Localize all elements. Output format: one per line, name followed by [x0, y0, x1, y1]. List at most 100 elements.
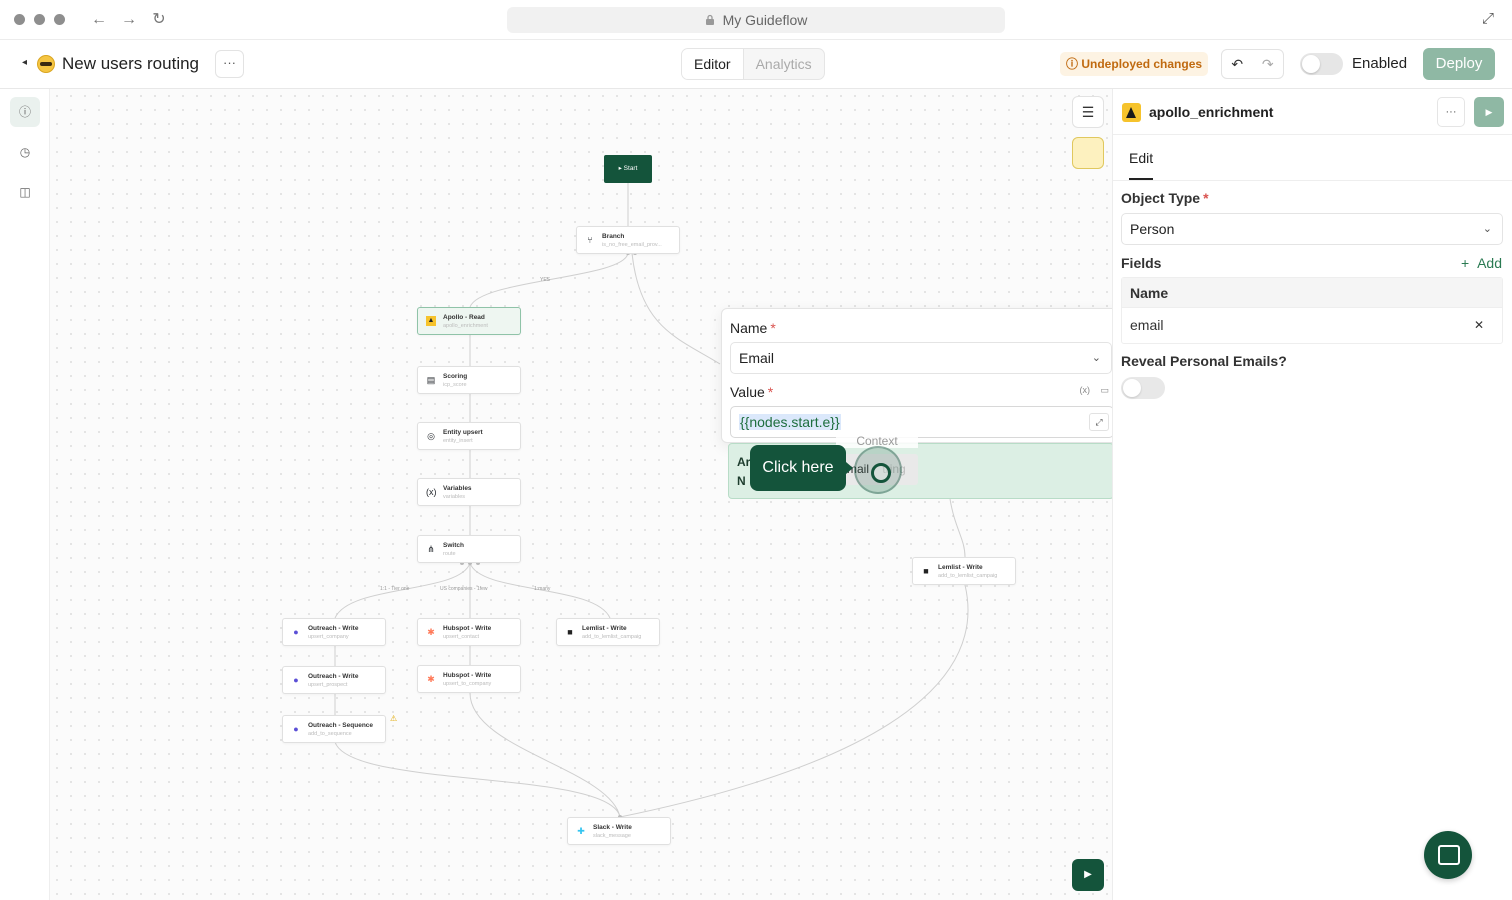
node-title: Hubspot - Write — [443, 672, 492, 679]
entity-icon: ◎ — [427, 431, 435, 441]
outreach-icon: ● — [293, 675, 299, 685]
tab-analytics[interactable]: Analytics — [744, 49, 824, 79]
fields-label: Fields — [1121, 255, 1162, 271]
node-subtitle: variables — [443, 494, 466, 500]
status-badge-text: Undeployed changes — [1081, 57, 1203, 71]
node-entity-upsert[interactable]: ◎ Entity upsert entity_insert — [417, 422, 521, 450]
history-icon[interactable]: ◷ — [10, 137, 40, 167]
add-field-button[interactable]: + Add — [1461, 255, 1502, 271]
node-title: Entity upsert — [443, 429, 483, 436]
warning-circle-icon: ⓘ — [1066, 57, 1079, 71]
panel-more-button[interactable]: ··· — [1437, 97, 1465, 127]
node-subtitle: upsert_to_company — [443, 681, 492, 687]
node-outreach-write-2[interactable]: ● Outreach - Write upsert_prospect — [282, 666, 386, 694]
close-dot-icon[interactable] — [14, 14, 25, 25]
back-icon[interactable]: ← — [89, 10, 109, 30]
node-subtitle: icp_score — [443, 382, 467, 388]
reload-icon[interactable]: ↻ — [149, 10, 169, 30]
value-label-text: Value — [730, 384, 765, 400]
node-title: Lemlist - Write — [938, 564, 983, 571]
undo-icon[interactable]: ↶ — [1222, 50, 1253, 78]
required-marker: * — [767, 384, 774, 400]
node-subtitle: add_to_lemlist_campaig — [582, 634, 642, 640]
back-caret-icon[interactable]: ◂ — [22, 57, 27, 68]
remove-field-icon[interactable]: ✕ — [1474, 308, 1484, 343]
node-subtitle: entity_insert — [443, 438, 473, 444]
node-title: Variables — [443, 485, 472, 492]
node-variables[interactable]: (x) Variables variables — [417, 478, 521, 506]
suggestion-line-1: Ar — [737, 455, 751, 469]
panel-icon[interactable]: ◫ — [10, 177, 40, 207]
panel-header: apollo_enrichment ··· ▶ — [1113, 89, 1512, 135]
layout-button[interactable]: ☰ — [1072, 96, 1104, 128]
node-outreach-sequence[interactable]: ● Outreach - Sequence add_to_sequence — [282, 715, 386, 743]
table-row[interactable]: email ✕ — [1122, 308, 1502, 343]
enabled-toggle[interactable] — [1300, 53, 1343, 75]
tab-edit[interactable]: Edit — [1129, 150, 1154, 180]
deploy-button[interactable]: Deploy — [1423, 48, 1495, 80]
panel-tabs: Edit — [1113, 135, 1512, 181]
node-apollo-read[interactable]: ▲ Apollo - Read apollo_enrichment — [417, 307, 521, 335]
calendar-icon[interactable]: ▭ — [1100, 385, 1109, 395]
node-subtitle: apollo_enrichment — [443, 323, 488, 329]
expand-editor-icon[interactable]: ⤢ — [1089, 413, 1109, 431]
node-slack-write[interactable]: ✚ Slack - Write slack_message — [567, 817, 671, 845]
lemlist-icon: ■ — [567, 627, 573, 637]
node-switch[interactable]: ⋔ Switch route — [417, 535, 521, 563]
value-label: Value * — [730, 384, 773, 400]
address-bar[interactable]: My Guideflow — [507, 7, 1005, 33]
value-input[interactable]: {{nodes.start.e}} ⤢ — [730, 406, 1114, 438]
left-sidebar: ⓘ ◷ ◫ — [0, 89, 50, 900]
variable-icon[interactable]: (x) — [1079, 385, 1090, 395]
maximize-dot-icon[interactable] — [54, 14, 65, 25]
lemlist-icon: ■ — [923, 566, 929, 576]
undo-redo-group: ↶ ↷ — [1221, 49, 1284, 79]
minimize-dot-icon[interactable] — [34, 14, 45, 25]
run-flow-button[interactable]: ▶ — [1072, 859, 1104, 891]
enabled-label: Enabled — [1352, 55, 1408, 72]
redo-icon[interactable]: ↷ — [1253, 50, 1284, 78]
field-mapping-popover: Name * Email ⌄ Value * (x) ▭ {{nodes.start… — [721, 308, 1120, 443]
node-title: Outreach - Sequence — [308, 722, 374, 729]
sticky-note-button[interactable] — [1072, 137, 1104, 169]
address-bar-text: My Guideflow — [722, 12, 808, 28]
forward-icon[interactable]: → — [119, 10, 139, 30]
node-subtitle: upsert_prospect — [308, 682, 348, 688]
start-node[interactable]: ▸ Start — [604, 155, 652, 183]
node-title: Outreach - Write — [308, 673, 359, 680]
slack-icon: ✚ — [577, 826, 585, 836]
reveal-emails-toggle[interactable] — [1121, 377, 1165, 399]
node-scoring[interactable]: ▤ Scoring icp_score — [417, 366, 521, 394]
node-subtitle: is_no_free_email_prov... — [602, 242, 662, 248]
suggestion-line-2: N — [737, 474, 746, 488]
node-title: Switch — [443, 542, 464, 549]
name-select[interactable]: Email ⌄ — [730, 342, 1112, 374]
fields-table: Name email ✕ — [1121, 277, 1503, 344]
chat-support-button[interactable] — [1424, 831, 1472, 879]
node-outreach-write-1[interactable]: ● Outreach - Write upsert_company — [282, 618, 386, 646]
node-hubspot-write-1[interactable]: ✱ Hubspot - Write upsert_contact — [417, 618, 521, 646]
apollo-icon: ▲ — [426, 316, 436, 326]
outreach-icon: ● — [293, 724, 299, 734]
object-type-select[interactable]: Person ⌄ — [1121, 213, 1503, 245]
node-branch[interactable]: ⑂ Branch is_no_free_email_prov... — [576, 226, 680, 254]
guide-hotspot[interactable] — [854, 446, 902, 494]
view-tabs: Editor Analytics — [681, 48, 825, 80]
node-lemlist-write-1[interactable]: ■ Lemlist - Write add_to_lemlist_campaig — [556, 618, 660, 646]
expand-icon[interactable]: ⤢ — [1482, 10, 1494, 27]
table-cell: email — [1130, 317, 1164, 333]
start-node-label: Start — [623, 165, 638, 172]
apollo-icon — [1122, 103, 1141, 122]
chevron-down-icon: ⌄ — [1091, 352, 1101, 364]
node-subtitle: upsert_contact — [443, 634, 480, 640]
page-title[interactable]: New users routing — [62, 54, 199, 74]
panel-title: apollo_enrichment — [1149, 104, 1274, 120]
node-title: Lemlist - Write — [582, 625, 627, 632]
tab-editor[interactable]: Editor — [682, 49, 744, 79]
node-lemlist-write-2[interactable]: ■ Lemlist - Write add_to_lemlist_campaig — [912, 557, 1016, 585]
node-subtitle: upsert_company — [308, 634, 349, 640]
info-icon[interactable]: ⓘ — [10, 97, 40, 127]
run-node-button[interactable]: ▶ — [1474, 97, 1504, 127]
node-hubspot-write-2[interactable]: ✱ Hubspot - Write upsert_to_company — [417, 665, 521, 693]
more-button[interactable]: ··· — [215, 50, 244, 78]
